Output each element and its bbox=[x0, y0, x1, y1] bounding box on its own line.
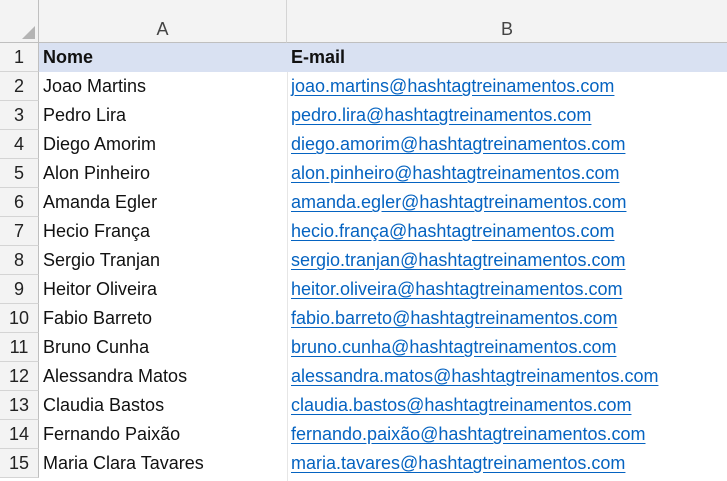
cell-header-nome[interactable]: Nome bbox=[43, 43, 283, 72]
email-link[interactable]: amanda.egler@hashtagtreinamentos.com bbox=[291, 192, 626, 212]
table-row: 13 Claudia Bastos claudia.bastos@hashtagtr… bbox=[0, 391, 727, 420]
row-header[interactable]: 15 bbox=[0, 449, 39, 478]
column-header-b[interactable]: B bbox=[287, 0, 727, 43]
email-link[interactable]: fernando.paixão@hashtagtreinamentos.com bbox=[291, 424, 646, 444]
row-header[interactable]: 14 bbox=[0, 420, 39, 449]
cell-nome[interactable]: Bruno Cunha bbox=[43, 333, 283, 362]
cell-nome[interactable]: Fabio Barreto bbox=[43, 304, 283, 333]
cell-email[interactable]: fabio.barreto@hashtagtreinamentos.com bbox=[291, 304, 725, 333]
table-row: 14 Fernando Paixão fernando.paixão@hashtag… bbox=[0, 420, 727, 449]
spreadsheet: A B 1 Nome E-mail 2 Joao Martins joao.mart… bbox=[0, 0, 727, 481]
cell-nome[interactable]: Pedro Lira bbox=[43, 101, 283, 130]
cell-email[interactable]: maria.tavares@hashtagtreinamentos.com bbox=[291, 449, 725, 478]
cell-nome[interactable]: Joao Martins bbox=[43, 72, 283, 101]
select-all-corner[interactable] bbox=[0, 0, 39, 43]
row-header[interactable]: 12 bbox=[0, 362, 39, 391]
table-row: 12 Alessandra Matos alessandra.matos@hasht… bbox=[0, 362, 727, 391]
table-row: 2 Joao Martins joao.martins@hashtagtreinam… bbox=[0, 72, 727, 101]
row-header[interactable]: 10 bbox=[0, 304, 39, 333]
cell-header-email[interactable]: E-mail bbox=[291, 43, 725, 72]
table-row: 8 Sergio Tranjan sergio.tranjan@hashtagtre… bbox=[0, 246, 727, 275]
cell-nome[interactable]: Alessandra Matos bbox=[43, 362, 283, 391]
email-link[interactable]: diego.amorim@hashtagtreinamentos.com bbox=[291, 134, 625, 154]
cell-nome[interactable]: Claudia Bastos bbox=[43, 391, 283, 420]
cell-email[interactable]: claudia.bastos@hashtagtreinamentos.com bbox=[291, 391, 725, 420]
cell-nome[interactable]: Maria Clara Tavares bbox=[43, 449, 283, 478]
cell-nome[interactable]: Heitor Oliveira bbox=[43, 275, 283, 304]
row-header[interactable]: 6 bbox=[0, 188, 39, 217]
row-header[interactable]: 2 bbox=[0, 72, 39, 101]
table-row: 3 Pedro Lira pedro.lira@hashtagtreinamento… bbox=[0, 101, 727, 130]
email-link[interactable]: sergio.tranjan@hashtagtreinamentos.com bbox=[291, 250, 625, 270]
email-link[interactable]: claudia.bastos@hashtagtreinamentos.com bbox=[291, 395, 631, 415]
row-header[interactable]: 7 bbox=[0, 217, 39, 246]
row-header[interactable]: 3 bbox=[0, 101, 39, 130]
cell-nome[interactable]: Amanda Egler bbox=[43, 188, 283, 217]
cell-email[interactable]: joao.martins@hashtagtreinamentos.com bbox=[291, 72, 725, 101]
email-link[interactable]: alessandra.matos@hashtagtreinamentos.com bbox=[291, 366, 658, 386]
table-row: 5 Alon Pinheiro alon.pinheiro@hashtagtrein… bbox=[0, 159, 727, 188]
cell-nome[interactable]: Hecio França bbox=[43, 217, 283, 246]
column-header-a[interactable]: A bbox=[39, 0, 287, 43]
row-header[interactable]: 5 bbox=[0, 159, 39, 188]
table-row: 15 Maria Clara Tavares maria.tavares@hasht… bbox=[0, 449, 727, 478]
cell-email[interactable]: amanda.egler@hashtagtreinamentos.com bbox=[291, 188, 725, 217]
row-header[interactable]: 9 bbox=[0, 275, 39, 304]
row-header[interactable]: 8 bbox=[0, 246, 39, 275]
cell-email[interactable]: alessandra.matos@hashtagtreinamentos.com bbox=[291, 362, 725, 391]
email-link[interactable]: joao.martins@hashtagtreinamentos.com bbox=[291, 76, 614, 96]
cell-email[interactable]: hecio.frança@hashtagtreinamentos.com bbox=[291, 217, 725, 246]
column-header-b-label: B bbox=[500, 19, 513, 39]
column-header-a-label: A bbox=[156, 19, 169, 39]
table-row: 10 Fabio Barreto fabio.barreto@hashtagtrei… bbox=[0, 304, 727, 333]
email-link[interactable]: heitor.oliveira@hashtagtreinamentos.com bbox=[291, 279, 622, 299]
cell-email[interactable]: fernando.paixão@hashtagtreinamentos.com bbox=[291, 420, 725, 449]
table-header-row: 1 Nome E-mail bbox=[0, 43, 727, 72]
table-row: 7 Hecio França hecio.frança@hashtagtreinam… bbox=[0, 217, 727, 246]
table-row: 9 Heitor Oliveira heitor.oliveira@hashtagt… bbox=[0, 275, 727, 304]
cell-email[interactable]: bruno.cunha@hashtagtreinamentos.com bbox=[291, 333, 725, 362]
cell-nome[interactable]: Diego Amorim bbox=[43, 130, 283, 159]
row-header[interactable]: 13 bbox=[0, 391, 39, 420]
cell-email[interactable]: pedro.lira@hashtagtreinamentos.com bbox=[291, 101, 725, 130]
cell-email[interactable]: alon.pinheiro@hashtagtreinamentos.com bbox=[291, 159, 725, 188]
email-link[interactable]: maria.tavares@hashtagtreinamentos.com bbox=[291, 453, 625, 473]
table-row: 11 Bruno Cunha bruno.cunha@hashtagtreiname… bbox=[0, 333, 727, 362]
row-header[interactable]: 1 bbox=[0, 43, 39, 72]
row-header[interactable]: 4 bbox=[0, 130, 39, 159]
cell-nome[interactable]: Fernando Paixão bbox=[43, 420, 283, 449]
email-link[interactable]: alon.pinheiro@hashtagtreinamentos.com bbox=[291, 163, 619, 183]
cell-nome[interactable]: Sergio Tranjan bbox=[43, 246, 283, 275]
cell-email[interactable]: heitor.oliveira@hashtagtreinamentos.com bbox=[291, 275, 725, 304]
email-link[interactable]: fabio.barreto@hashtagtreinamentos.com bbox=[291, 308, 617, 328]
select-all-triangle-icon bbox=[22, 26, 35, 39]
cell-email[interactable]: sergio.tranjan@hashtagtreinamentos.com bbox=[291, 246, 725, 275]
cell-email[interactable]: diego.amorim@hashtagtreinamentos.com bbox=[291, 130, 725, 159]
email-link[interactable]: pedro.lira@hashtagtreinamentos.com bbox=[291, 105, 591, 125]
table-row: 6 Amanda Egler amanda.egler@hashtagtreinam… bbox=[0, 188, 727, 217]
email-link[interactable]: hecio.frança@hashtagtreinamentos.com bbox=[291, 221, 614, 241]
email-link[interactable]: bruno.cunha@hashtagtreinamentos.com bbox=[291, 337, 616, 357]
row-header[interactable]: 11 bbox=[0, 333, 39, 362]
table-row: 4 Diego Amorim diego.amorim@hashtagtreinam… bbox=[0, 130, 727, 159]
cell-nome[interactable]: Alon Pinheiro bbox=[43, 159, 283, 188]
